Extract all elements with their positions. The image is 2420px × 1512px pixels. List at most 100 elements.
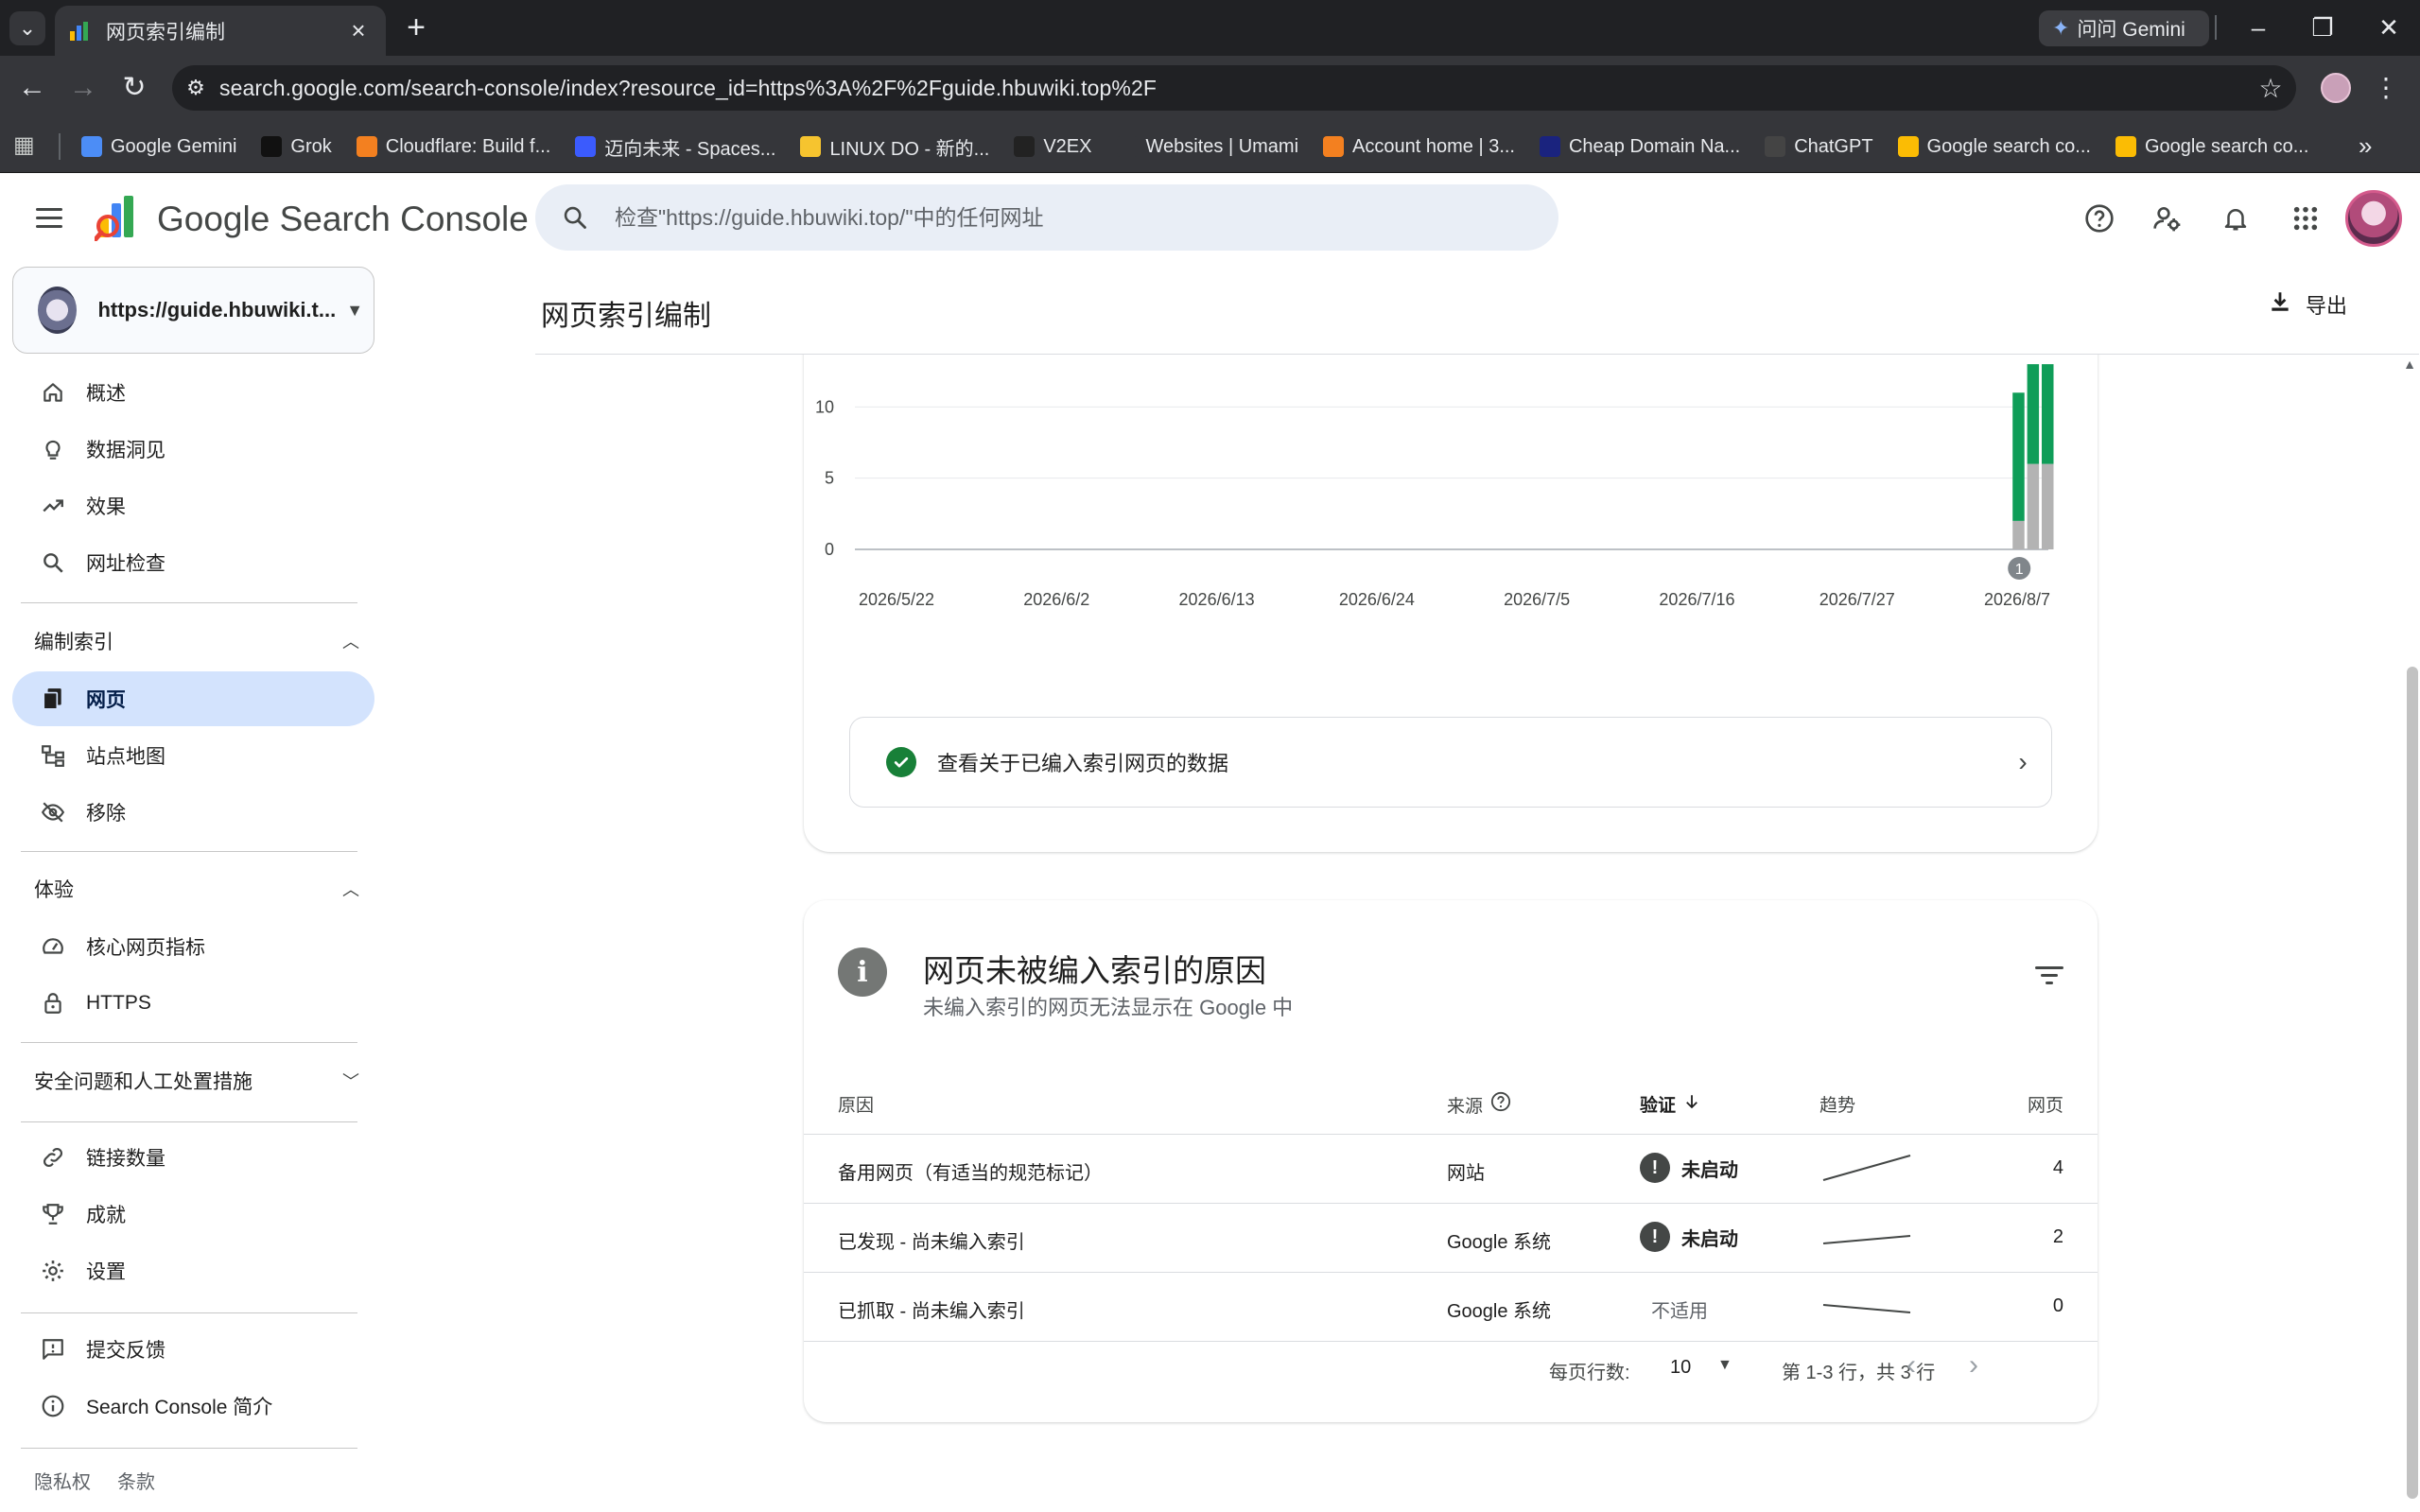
page-title-bar: 网页索引编制 导出 xyxy=(535,264,2419,355)
row-source: 网站 xyxy=(1447,1163,1485,1184)
bookmark-item[interactable]: Websites | Umami xyxy=(1116,136,1298,158)
search-console-logo-icon[interactable] xyxy=(93,194,146,242)
browser-tab-active[interactable]: 网页索引编制 × xyxy=(55,6,386,56)
bookmark-item[interactable]: Google Gemini xyxy=(81,136,236,158)
table-row[interactable]: 已抓取 - 尚未编入索引 Google 系统 不适用 0 xyxy=(804,1273,2098,1342)
column-header-reason[interactable]: 原因 xyxy=(838,1091,874,1117)
close-window-button[interactable]: ✕ xyxy=(2370,9,2408,45)
sidebar-item-label: Search Console 简介 xyxy=(86,1397,273,1418)
main-menu-icon[interactable] xyxy=(32,200,70,237)
column-header-trend[interactable]: 趋势 xyxy=(1819,1091,1855,1117)
manage-users-icon[interactable] xyxy=(2147,198,2188,239)
scroll-up-arrow-icon[interactable]: ▲ xyxy=(2403,356,2416,372)
table-row[interactable]: 备用网页（有适当的规范标记） 网站 ! 未启动 4 xyxy=(804,1135,2098,1204)
sidebar-item-settings[interactable]: 设置 xyxy=(12,1243,374,1298)
browser-menu-icon[interactable]: ⋮ xyxy=(2372,69,2400,107)
sidebar-item-insights[interactable]: 数据洞见 xyxy=(12,422,374,477)
help-icon[interactable] xyxy=(2079,198,2120,239)
property-avatar xyxy=(38,287,78,334)
sidebar-item-feedback[interactable]: 提交反馈 xyxy=(12,1322,374,1377)
address-bar-url[interactable]: search.google.com/search-console/index?r… xyxy=(219,76,2245,101)
privacy-link[interactable]: 隐私权 xyxy=(34,1467,91,1494)
browser-profile-avatar[interactable] xyxy=(2321,73,2351,103)
indexed-pages-link[interactable]: 查看关于已编入索引网页的数据 › xyxy=(849,717,2052,808)
google-apps-icon[interactable] xyxy=(2285,198,2326,239)
y-tick-label: 10 xyxy=(815,397,834,416)
reasons-title: 网页未被编入索引的原因 xyxy=(923,953,1266,988)
sidebar-item-performance[interactable]: 效果 xyxy=(12,478,374,533)
sidebar-item-core-web-vitals[interactable]: 核心网页指标 xyxy=(12,919,374,974)
bookmark-item[interactable]: Account home | 3... xyxy=(1323,136,1515,158)
terms-link[interactable]: 条款 xyxy=(117,1467,155,1494)
sidebar-section-indexing[interactable]: 编制索引 ︿ xyxy=(12,617,374,665)
bookmark-item[interactable]: V2EX xyxy=(1014,136,1092,158)
more-bookmarks-icon[interactable]: » xyxy=(2359,131,2372,161)
bookmark-item[interactable]: 迈向未来 - Spaces... xyxy=(575,133,775,161)
minimize-window-button[interactable]: – xyxy=(2239,9,2277,45)
sidebar-item-url-inspection[interactable]: 网址检查 xyxy=(12,535,374,590)
account-avatar[interactable] xyxy=(2345,190,2402,247)
caret-down-icon[interactable]: ▼ xyxy=(1717,1357,1732,1374)
sidebar-section-security[interactable]: 安全问题和人工处置措施 ﹀ xyxy=(12,1057,374,1104)
x-tick-label: 2026/7/16 xyxy=(1659,590,1734,609)
x-tick-label: 2026/7/27 xyxy=(1819,590,1895,609)
bookmark-item[interactable]: Google search co... xyxy=(2115,136,2308,158)
x-tick-label: 2026/7/5 xyxy=(1504,590,1570,609)
previous-page-button[interactable]: ‹ xyxy=(1906,1349,1916,1382)
column-header-pages[interactable]: 网页 xyxy=(2028,1091,2063,1117)
bookmark-item[interactable]: Google search co... xyxy=(1897,136,2091,158)
bookmark-item[interactable]: LINUX DO - 新的... xyxy=(800,133,989,161)
apps-grid-icon[interactable]: ▦ xyxy=(13,131,35,159)
sidebar-item-pages[interactable]: 网页 xyxy=(12,671,374,726)
help-icon[interactable] xyxy=(1490,1091,1511,1118)
tab-search-button[interactable]: ⌄ xyxy=(9,11,45,45)
chevron-up-icon: ︿ xyxy=(342,880,359,899)
row-verify-label: 不适用 xyxy=(1651,1301,1708,1322)
filter-icon[interactable] xyxy=(2035,965,2063,987)
sidebar-item-links[interactable]: 链接数量 xyxy=(12,1130,374,1185)
address-bar[interactable]: ⚙ search.google.com/search-console/index… xyxy=(172,65,2296,111)
info-badge-icon: i xyxy=(838,947,887,997)
sidebar-item-sitemaps[interactable]: 站点地图 xyxy=(12,728,374,783)
bookmark-favicon-icon xyxy=(1323,136,1345,157)
sidebar-item-https[interactable]: HTTPS xyxy=(12,976,374,1031)
sidebar-item-about[interactable]: Search Console 简介 xyxy=(12,1379,374,1434)
new-tab-button[interactable]: + xyxy=(399,9,433,45)
back-button[interactable]: ← xyxy=(13,69,51,107)
notifications-bell-icon[interactable] xyxy=(2215,198,2256,239)
sidebar-item-removals[interactable]: 移除 xyxy=(12,785,374,840)
bookmark-item[interactable]: Cloudflare: Build f... xyxy=(356,136,550,158)
column-header-verify[interactable]: 验证 xyxy=(1640,1091,1700,1117)
property-selector[interactable]: https://guide.hbuwiki.t... ▼ xyxy=(12,267,374,354)
bookmark-item[interactable]: Grok xyxy=(261,136,332,158)
rows-per-page-select[interactable]: 10 xyxy=(1670,1357,1691,1379)
bookmark-item[interactable]: ChatGPT xyxy=(1765,136,1873,158)
reload-button[interactable]: ↻ xyxy=(115,69,153,107)
y-tick-label: 0 xyxy=(825,540,834,559)
sidebar-item-label: 网址检查 xyxy=(86,553,165,575)
search-icon[interactable] xyxy=(535,204,615,231)
download-icon xyxy=(2268,288,2292,321)
url-inspection-search[interactable] xyxy=(535,184,1558,251)
column-header-source[interactable]: 来源 xyxy=(1447,1091,1511,1118)
row-verify: ! 未启动 xyxy=(1640,1222,1738,1252)
forward-button[interactable]: → xyxy=(64,69,102,107)
tab-close-icon[interactable]: × xyxy=(344,16,373,45)
table-row[interactable]: 已发现 - 尚未编入索引 Google 系统 ! 未启动 2 xyxy=(804,1204,2098,1273)
site-info-icon[interactable]: ⚙ xyxy=(172,76,219,100)
sidebar-section-experience[interactable]: 体验 ︿ xyxy=(12,865,374,912)
url-inspection-input[interactable] xyxy=(615,204,1558,231)
next-page-button[interactable]: › xyxy=(1969,1349,1978,1382)
sidebar-item-achievements[interactable]: 成就 xyxy=(12,1187,374,1242)
export-button[interactable]: 导出 xyxy=(2268,288,2347,321)
section-label: 编制索引 xyxy=(34,632,113,653)
sidebar-item-overview[interactable]: 概述 xyxy=(12,365,374,420)
bookmarks-bar: ▦ Google Gemini Grok Cloudflare: Build f..… xyxy=(0,120,2420,173)
export-label: 导出 xyxy=(2305,294,2347,318)
bookmark-star-icon[interactable]: ☆ xyxy=(2245,73,2296,104)
bookmark-item[interactable]: Cheap Domain Na... xyxy=(1539,136,1740,158)
page-scrollbar-thumb[interactable] xyxy=(2407,667,2418,1499)
restore-window-button[interactable]: ❐ xyxy=(2304,9,2342,45)
ask-gemini-button[interactable]: ✦ 问问 Gemini xyxy=(2039,10,2209,46)
property-url: https://guide.hbuwiki.t... xyxy=(97,298,337,322)
